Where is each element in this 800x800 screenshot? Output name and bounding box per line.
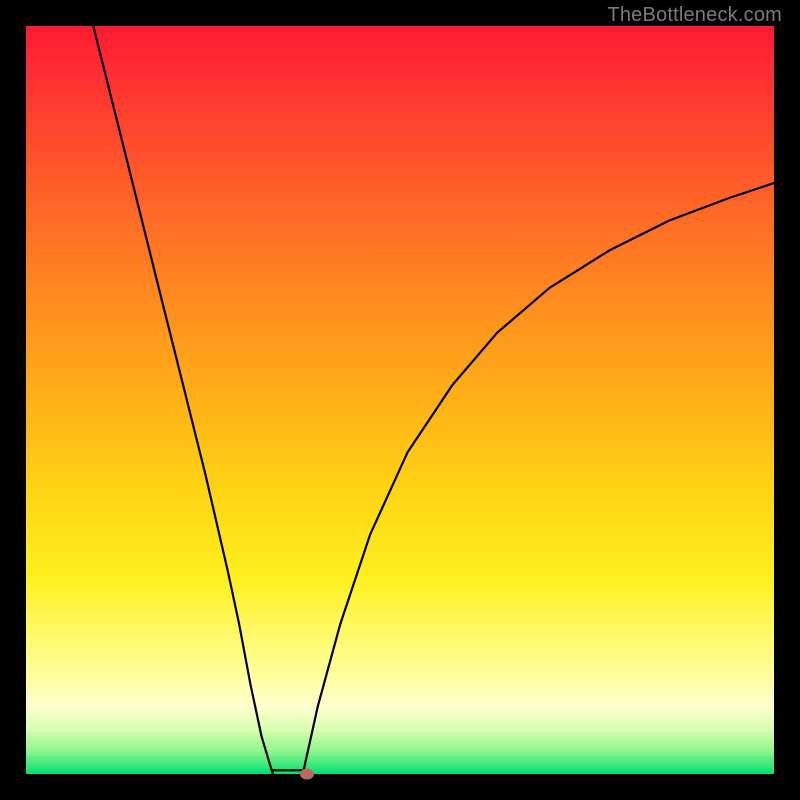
bottleneck-curve (26, 26, 774, 774)
chart-frame: TheBottleneck.com (0, 0, 800, 800)
optimal-point-marker (300, 769, 314, 780)
attribution-label: TheBottleneck.com (607, 4, 782, 27)
bottleneck-heatmap-plot (26, 26, 774, 774)
